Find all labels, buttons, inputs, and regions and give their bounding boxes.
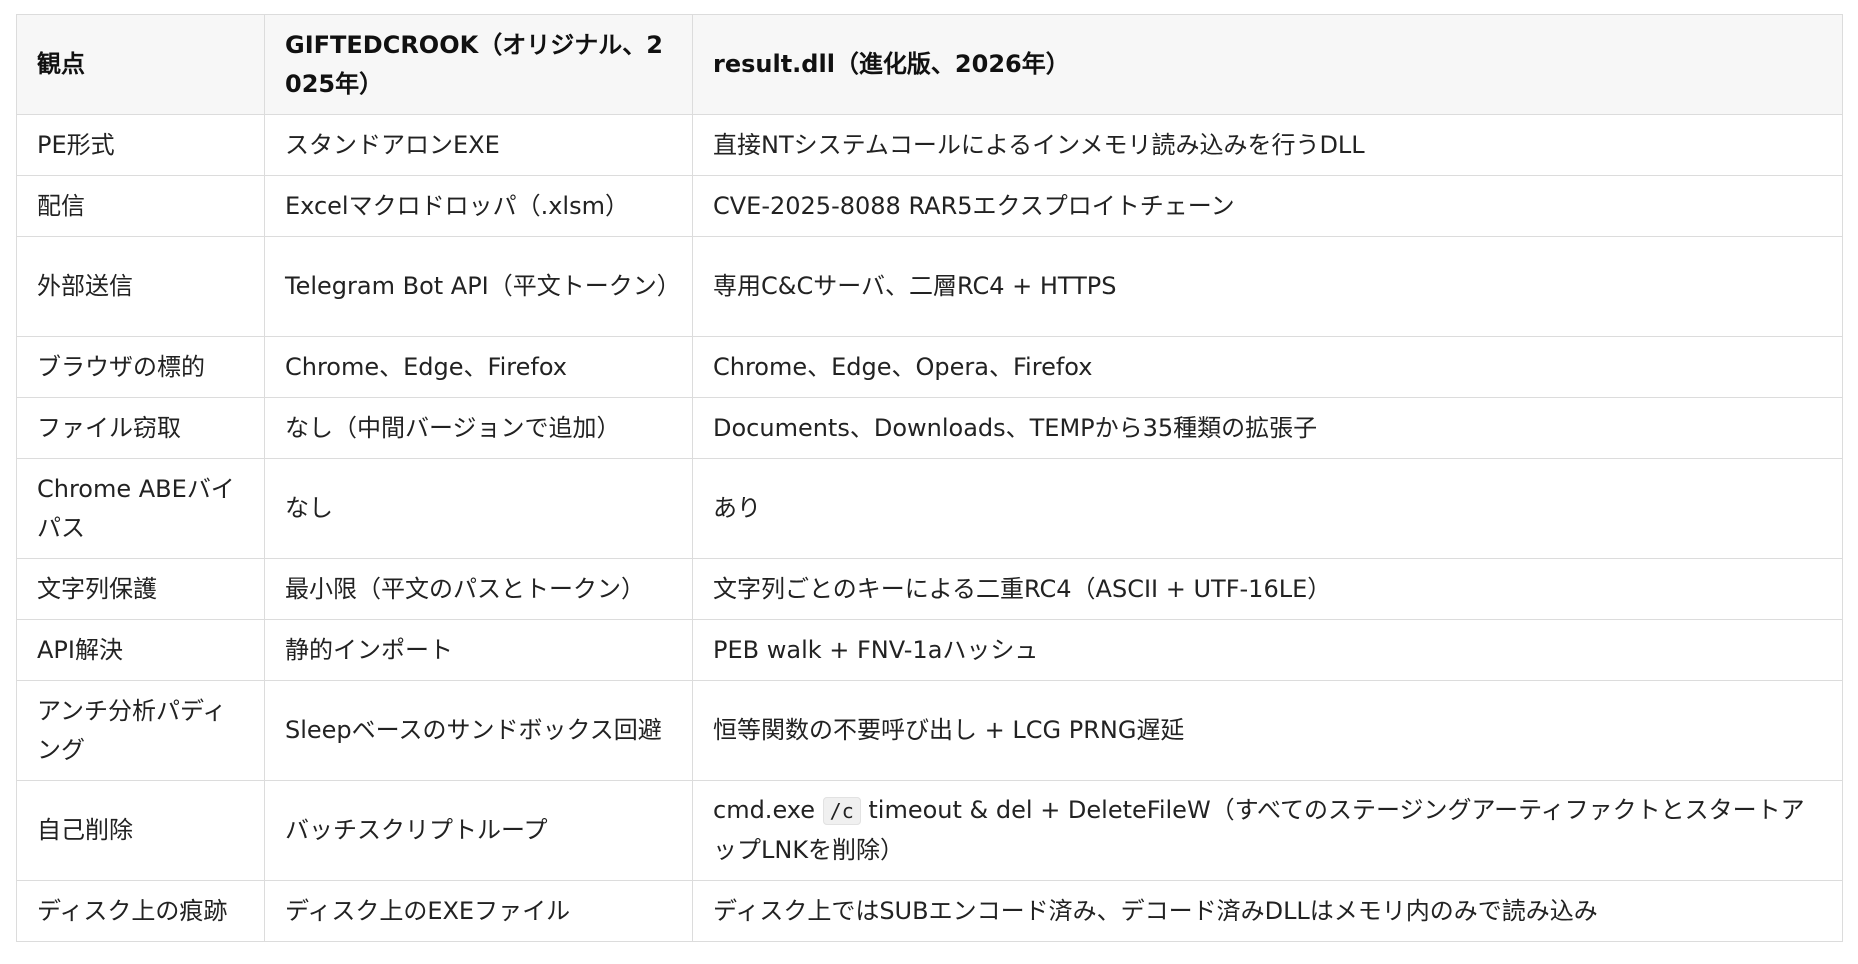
table-row: Chrome ABEバイパス なし あり: [16, 458, 1843, 559]
cell-original: スタンドアロンEXE: [264, 114, 693, 176]
table-row: ディスク上の痕跡 ディスク上のEXEファイル ディスク上ではSUBエンコード済み…: [16, 880, 1843, 942]
table-row: ファイル窃取 なし（中間バージョンで追加） Documents、Download…: [16, 397, 1843, 459]
cell-evolved: Chrome、Edge、Opera、Firefox: [692, 336, 1843, 398]
cell-aspect: ディスク上の痕跡: [16, 880, 265, 942]
cell-aspect: ファイル窃取: [16, 397, 265, 459]
cell-aspect: PE形式: [16, 114, 265, 176]
table-header-row: 観点 GIFTEDCROOK（オリジナル、2025年） result.dll（進…: [16, 14, 1843, 115]
cell-original: 静的インポート: [264, 619, 693, 681]
cell-original: バッチスクリプトループ: [264, 780, 693, 881]
cell-evolved: 恒等関数の不要呼び出し + LCG PRNG遅延: [692, 680, 1843, 781]
cell-evolved: 文字列ごとのキーによる二重RC4（ASCII + UTF-16LE）: [692, 558, 1843, 620]
cell-original: 最小限（平文のパスとトークン）: [264, 558, 693, 620]
cell-original: なし（中間バージョンで追加）: [264, 397, 693, 459]
table-row: PE形式 スタンドアロンEXE 直接NTシステムコールによるインメモリ読み込みを…: [16, 114, 1843, 176]
table-row: アンチ分析パディング Sleepベースのサンドボックス回避 恒等関数の不要呼び出…: [16, 680, 1843, 781]
cell-evolved: cmd.exe /c timeout & del + DeleteFileW（す…: [692, 780, 1843, 881]
header-original: GIFTEDCROOK（オリジナル、2025年）: [264, 14, 693, 115]
cell-original: なし: [264, 458, 693, 559]
comparison-table-container: 観点 GIFTEDCROOK（オリジナル、2025年） result.dll（進…: [16, 14, 1843, 942]
cell-evolved: Documents、Downloads、TEMPから35種類の拡張子: [692, 397, 1843, 459]
cell-evolved: PEB walk + FNV-1aハッシュ: [692, 619, 1843, 681]
cell-aspect: ブラウザの標的: [16, 336, 265, 398]
table-row: 外部送信 Telegram Bot API（平文トークン） 専用C&Cサーバ、二…: [16, 236, 1843, 337]
table-row: API解決 静的インポート PEB walk + FNV-1aハッシュ: [16, 619, 1843, 681]
cell-aspect: 外部送信: [16, 236, 265, 337]
header-aspect: 観点: [16, 14, 265, 115]
table-row: 文字列保護 最小限（平文のパスとトークン） 文字列ごとのキーによる二重RC4（A…: [16, 558, 1843, 620]
cell-aspect: 配信: [16, 175, 265, 237]
cell-original: Sleepベースのサンドボックス回避: [264, 680, 693, 781]
table-row: 自己削除 バッチスクリプトループ cmd.exe /c timeout & de…: [16, 780, 1843, 881]
table-row: ブラウザの標的 Chrome、Edge、Firefox Chrome、Edge、…: [16, 336, 1843, 398]
table-row: 配信 Excelマクロドロッパ（.xlsm） CVE-2025-8088 RAR…: [16, 175, 1843, 237]
cell-original: Excelマクロドロッパ（.xlsm）: [264, 175, 693, 237]
cell-original: Chrome、Edge、Firefox: [264, 336, 693, 398]
cell-aspect: 自己削除: [16, 780, 265, 881]
cell-evolved-text-after: timeout & del + DeleteFileW（すべてのステージングアー…: [713, 796, 1805, 864]
inline-code: /c: [822, 797, 861, 825]
cell-original: ディスク上のEXEファイル: [264, 880, 693, 942]
cell-evolved: CVE-2025-8088 RAR5エクスプロイトチェーン: [692, 175, 1843, 237]
comparison-table: 観点 GIFTEDCROOK（オリジナル、2025年） result.dll（進…: [16, 14, 1843, 942]
cell-evolved: 直接NTシステムコールによるインメモリ読み込みを行うDLL: [692, 114, 1843, 176]
cell-original: Telegram Bot API（平文トークン）: [264, 236, 693, 337]
cell-aspect: API解決: [16, 619, 265, 681]
cell-evolved-text-before: cmd.exe: [713, 796, 816, 824]
cell-aspect: 文字列保護: [16, 558, 265, 620]
cell-aspect: Chrome ABEバイパス: [16, 458, 265, 559]
header-evolved: result.dll（進化版、2026年）: [692, 14, 1843, 115]
cell-evolved: あり: [692, 458, 1843, 559]
cell-evolved: 専用C&Cサーバ、二層RC4 + HTTPS: [692, 236, 1843, 337]
cell-aspect: アンチ分析パディング: [16, 680, 265, 781]
cell-evolved: ディスク上ではSUBエンコード済み、デコード済みDLLはメモリ内のみで読み込み: [692, 880, 1843, 942]
